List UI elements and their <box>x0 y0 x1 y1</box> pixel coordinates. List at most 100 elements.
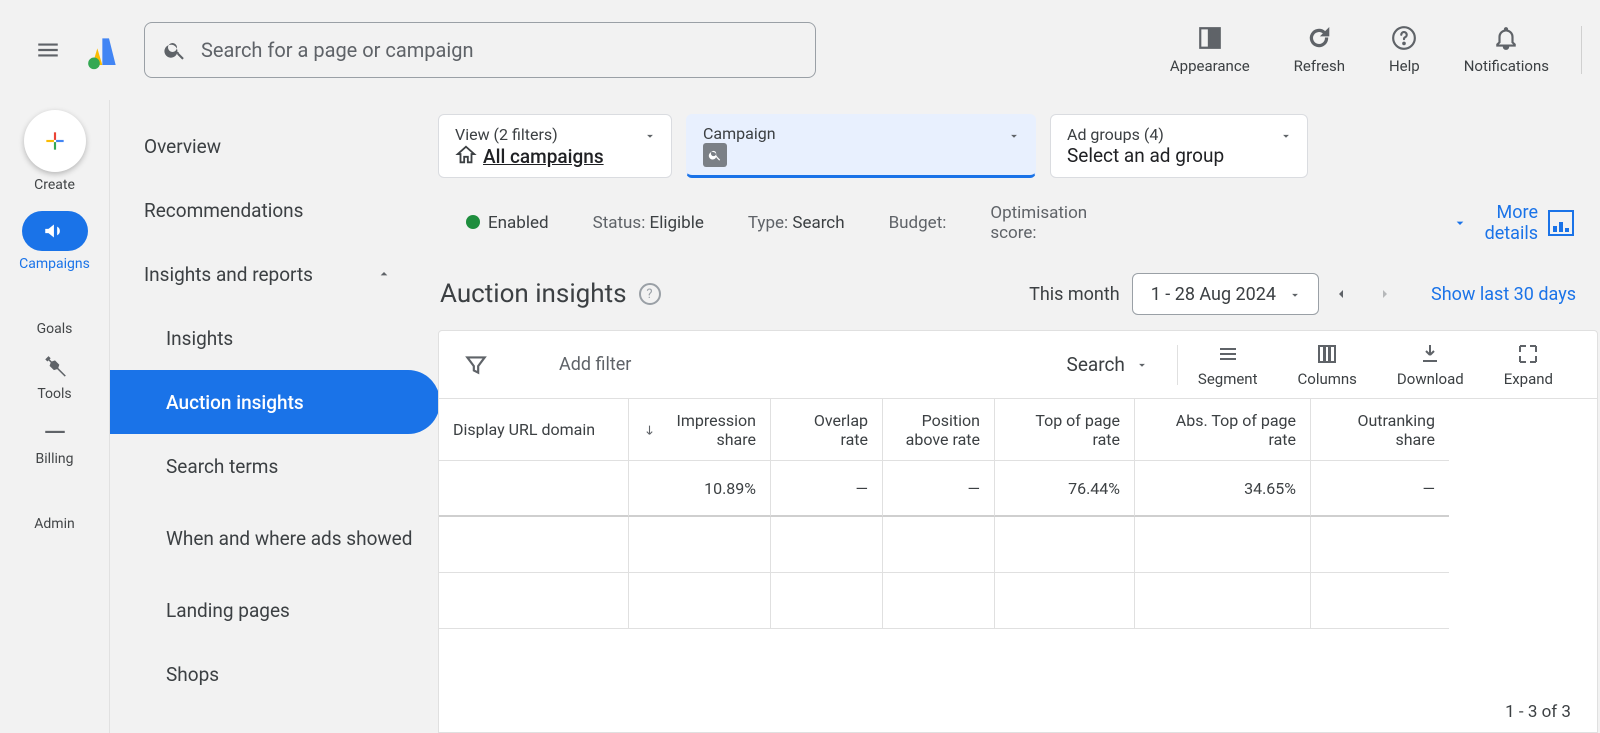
help-button[interactable]: Help <box>1367 25 1442 75</box>
columns-icon <box>1315 342 1339 366</box>
megaphone-icon <box>42 218 68 244</box>
scope-breadcrumbs: View (2 filters) All campaigns Campaign … <box>438 114 1600 178</box>
status-budget: Budget: <box>889 213 947 233</box>
col-domain[interactable]: Display URL domain <box>439 399 629 461</box>
date-next-button <box>1363 272 1407 316</box>
download-icon <box>1418 342 1442 366</box>
nav-recommendations[interactable]: Recommendations <box>110 178 426 242</box>
col-impression-share[interactable]: Impression share <box>629 399 771 461</box>
search-input[interactable] <box>201 38 797 62</box>
card-icon <box>42 420 68 446</box>
subnav-landing-pages[interactable]: Landing pages <box>110 578 440 642</box>
crumb-view-value: All campaigns <box>483 145 604 168</box>
rail-tools[interactable]: Tools <box>37 355 71 402</box>
subnav-auction-insights[interactable]: Auction insights <box>110 370 440 434</box>
subnav-when-where[interactable]: When and where ads showed <box>110 498 440 578</box>
cell-pos: — <box>883 461 995 517</box>
download-button[interactable]: Download <box>1377 342 1484 388</box>
cell-empty <box>1311 573 1449 629</box>
status-opt-score: Optimisation score: <box>990 203 1110 243</box>
more-details-button[interactable]: More details <box>1452 202 1600 244</box>
refresh-button[interactable]: Refresh <box>1272 25 1367 75</box>
home-icon <box>455 144 477 166</box>
cell-empty <box>439 573 629 629</box>
search-icon <box>163 38 187 62</box>
add-filter-button[interactable]: Add filter <box>559 354 631 375</box>
help-icon <box>1391 25 1417 51</box>
menu-icon[interactable] <box>18 20 78 80</box>
date-prev-button[interactable] <box>1319 272 1363 316</box>
left-rail: Create Campaigns Goals Tools Billing Adm… <box>0 100 110 733</box>
chevron-right-icon <box>1377 286 1393 302</box>
auction-insights-table: Add filter Search Segment Columns Downlo… <box>438 330 1598 733</box>
top-actions: Appearance Refresh Help Notifications <box>1148 25 1582 75</box>
cell-domain <box>439 461 629 517</box>
table-toolbar: Add filter Search Segment Columns Downlo… <box>439 331 1597 399</box>
col-outranking[interactable]: Outranking share <box>1311 399 1449 461</box>
appearance-label: Appearance <box>1170 57 1250 75</box>
crumb-view[interactable]: View (2 filters) All campaigns <box>438 114 672 178</box>
col-position-above[interactable]: Position above rate <box>883 399 995 461</box>
refresh-label: Refresh <box>1294 57 1345 75</box>
subnav-search-terms[interactable]: Search terms <box>110 434 440 498</box>
cell-empty <box>1135 573 1311 629</box>
rail-campaigns-label: Campaigns <box>19 256 90 272</box>
subnav-shops[interactable]: Shops <box>110 642 440 706</box>
subnav-insights[interactable]: Insights <box>110 306 440 370</box>
main-content: View (2 filters) All campaigns Campaign … <box>426 100 1600 733</box>
network-dropdown[interactable]: Search <box>1067 345 1178 385</box>
rail-admin[interactable]: Admin <box>34 485 74 532</box>
notifications-button[interactable]: Notifications <box>1442 25 1571 75</box>
help-tooltip-icon[interactable]: ? <box>639 283 661 305</box>
page-title-row: Auction insights ? This month 1 - 28 Aug… <box>438 252 1600 330</box>
status-dot-icon <box>466 215 480 229</box>
network-dropdown-value: Search <box>1067 353 1125 376</box>
crumb-adgroup[interactable]: Ad groups (4) Select an ad group <box>1050 114 1308 178</box>
rail-billing[interactable]: Billing <box>36 420 74 467</box>
bell-icon <box>1493 25 1519 51</box>
chevron-down-icon <box>643 129 657 143</box>
cell-empty <box>771 573 883 629</box>
filter-icon[interactable] <box>463 352 489 378</box>
status-type: Type: Search <box>748 213 845 233</box>
col-overlap[interactable]: Overlap rate <box>771 399 883 461</box>
search-campaign-icon <box>703 143 727 167</box>
cell-empty <box>1135 517 1311 573</box>
cell-empty <box>995 573 1135 629</box>
plus-icon <box>42 128 68 154</box>
rail-billing-label: Billing <box>36 451 74 467</box>
notifications-label: Notifications <box>1464 57 1549 75</box>
nav-overview[interactable]: Overview <box>110 114 426 178</box>
sidebar: Overview Recommendations Insights and re… <box>110 100 426 733</box>
columns-button[interactable]: Columns <box>1278 342 1377 388</box>
date-range-label: This month <box>1029 284 1120 305</box>
segment-button[interactable]: Segment <box>1178 342 1278 388</box>
expand-button[interactable]: Expand <box>1484 342 1573 388</box>
cell-abs: 34.65% <box>1135 461 1311 517</box>
top-bar: Appearance Refresh Help Notifications <box>0 0 1600 100</box>
trophy-icon <box>41 290 67 316</box>
cell-empty <box>883 517 995 573</box>
cell-imp: 10.89% <box>629 461 771 517</box>
nav-insights-reports[interactable]: Insights and reports <box>110 242 426 306</box>
gear-icon <box>41 485 67 511</box>
search-field[interactable] <box>144 22 816 78</box>
show-last-30-days-link[interactable]: Show last 30 days <box>1431 284 1576 305</box>
status-row: Enabled Status: Eligible Type: Search Bu… <box>438 178 1600 252</box>
rail-campaigns[interactable]: Campaigns <box>19 211 90 272</box>
rail-goals[interactable]: Goals <box>37 290 73 337</box>
cell-empty <box>439 517 629 573</box>
cell-out: — <box>1311 461 1449 517</box>
appearance-button[interactable]: Appearance <box>1148 25 1272 75</box>
crumb-campaign[interactable]: Campaign <box>686 114 1036 178</box>
chevron-down-icon <box>1288 288 1302 302</box>
create-button[interactable]: Create <box>24 110 86 193</box>
chevron-left-icon <box>1333 286 1349 302</box>
cell-empty <box>1311 517 1449 573</box>
col-abs-top[interactable]: Abs. Top of page rate <box>1135 399 1311 461</box>
date-range-picker[interactable]: 1 - 28 Aug 2024 <box>1132 273 1319 315</box>
col-top-of-page[interactable]: Top of page rate <box>995 399 1135 461</box>
columns-label: Columns <box>1298 370 1357 388</box>
pagination-label: 1 - 3 of 3 <box>439 692 1597 732</box>
segment-icon <box>1216 342 1240 366</box>
